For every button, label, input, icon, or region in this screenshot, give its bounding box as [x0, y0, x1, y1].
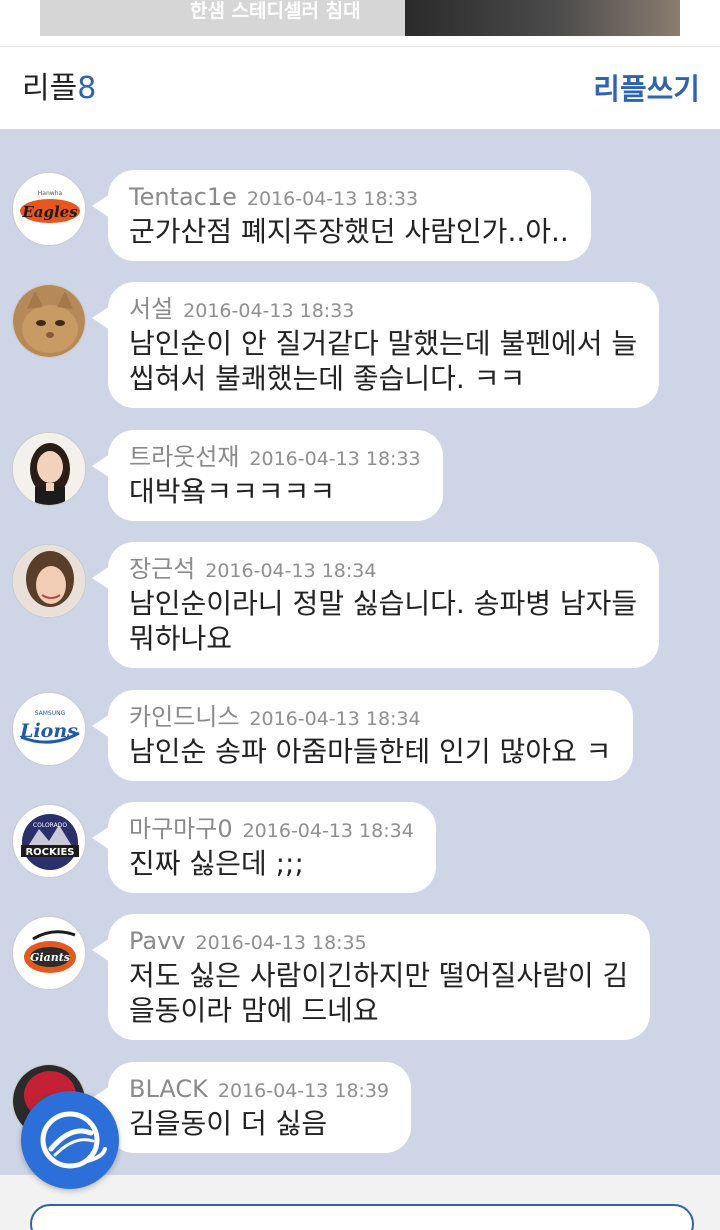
rockies-logo-avatar[interactable]: ROCKIES COLORADO	[12, 804, 86, 878]
comment-time: 2016-04-13 18:33	[249, 448, 421, 470]
comment-text: 남인순 송파 아줌마들한테 인기 많아요 ㅋ	[129, 734, 611, 769]
giants-logo-avatar[interactable]: Giants	[12, 916, 86, 990]
comment-author[interactable]: 카인드니스	[129, 703, 239, 731]
giants-logo-icon: Giants	[13, 917, 85, 989]
ad-text: 한샘 스테디셀러 침대	[190, 0, 361, 22]
comment-author[interactable]: 마구마구0	[129, 815, 233, 843]
reply-count: 8	[77, 71, 97, 106]
comment-meta: Tentac1e 2016-04-13 18:33	[129, 182, 569, 212]
man-photo-icon	[13, 545, 85, 617]
lions-logo-avatar[interactable]: Lions SAMSUNG	[12, 692, 86, 766]
comment-author[interactable]: BLACK	[129, 1075, 208, 1103]
comment-time: 2016-04-13 18:39	[217, 1080, 390, 1102]
comment-bubble: Pavv 2016-04-13 18:35 저도 싫은 사람이긴하지만 떨어질사람…	[91, 914, 651, 1040]
comment-text: 대박욬ㅋㅋㅋㅋㅋ	[129, 474, 421, 509]
lions-logo-icon: Lions SAMSUNG	[13, 693, 85, 765]
comment-text-line: 진짜 싫은데 ;;;	[129, 847, 304, 880]
svg-text:Eagles: Eagles	[21, 203, 78, 221]
comment-text-line: 남인순 송파 아줌마들한테 인기 많아요 ㅋ	[129, 735, 612, 768]
write-reply-button[interactable]: 리플쓰기	[593, 71, 700, 107]
comment-meta: BLACK 2016-04-13 18:39	[129, 1074, 389, 1104]
app-shortcut-button[interactable]	[21, 1091, 119, 1189]
svg-text:ROCKIES: ROCKIES	[25, 847, 74, 858]
comment-time: 2016-04-13 18:33	[183, 300, 355, 322]
comment-text: 진짜 싫은데 ;;;	[129, 846, 414, 881]
svg-text:Lions: Lions	[19, 720, 78, 742]
comment-author[interactable]: 서설	[129, 295, 173, 323]
comment-text: 남인순이라니 정말 싫습니다. 송파병 남자들 뭐하나요	[129, 586, 637, 656]
baseball-logo-icon	[40, 1111, 107, 1169]
comment-author[interactable]: Tentac1e	[129, 183, 237, 211]
svg-text:Hanwha: Hanwha	[38, 190, 63, 197]
comment-meta: Pavv 2016-04-13 18:35	[129, 926, 628, 956]
comment-time: 2016-04-13 18:34	[249, 708, 421, 730]
ad-banner[interactable]: 한샘 스테디셀러 침대	[40, 0, 680, 36]
comment-time: 2016-04-13 18:34	[205, 560, 377, 582]
comment-text: 김을동이 더 싫음	[129, 1106, 389, 1141]
woman-photo-icon	[13, 433, 85, 505]
svg-text:COLORADO: COLORADO	[33, 822, 67, 829]
comment-text-line: 대박욬ㅋㅋㅋㅋㅋ	[129, 475, 336, 508]
eagles-logo-icon: Eagles Hanwha	[13, 173, 85, 245]
comment-bubble: 서설 2016-04-13 18:33 남인순이 안 질거같다 말했는데 불펜에서…	[91, 282, 660, 408]
comment-text: 군가산점 폐지주장했던 사람인가..아..	[129, 214, 569, 249]
comment-bubble: Tentac1e 2016-04-13 18:33 군가산점 폐지주장했던 사람인…	[92, 170, 591, 261]
cat-photo-icon	[13, 285, 85, 357]
reply-input-field[interactable]	[30, 1204, 694, 1230]
reply-title: 리플8	[22, 71, 96, 107]
rockies-logo-icon: ROCKIES COLORADO	[13, 805, 85, 877]
comment-bubble: 마구마구0 2016-04-13 18:34 진짜 싫은데 ;;;	[92, 802, 436, 893]
comment-time: 2016-04-13 18:34	[242, 820, 414, 842]
comment-text-line: 김을동이 더 싫음	[129, 1107, 328, 1140]
comment-text-line: 을동이라 맘에 드네요	[129, 994, 379, 1027]
comment-list[interactable]: Eagles Hanwha Tentac1e 2016-04-13 18:33 군…	[0, 130, 720, 1175]
comment-bubble: 트라웃선재 2016-04-13 18:33 대박욬ㅋㅋㅋㅋㅋ	[92, 430, 443, 521]
comment-text-line: 남인순이라니 정말 싫습니다. 송파병 남자들	[129, 587, 638, 620]
comment-author[interactable]: 트라웃선재	[129, 443, 239, 471]
comment-text-line: 저도 싫은 사람이긴하지만 떨어질사람이 김	[129, 959, 629, 992]
comment-author[interactable]: 장근석	[129, 555, 195, 583]
cat-photo-avatar[interactable]	[12, 284, 86, 358]
comment-meta: 마구마구0 2016-04-13 18:34	[129, 814, 414, 844]
comment-text-line: 씹혀서 불쾌했는데 좋습니다. ㅋㅋ	[129, 362, 526, 395]
comment-bubble: BLACK 2016-04-13 18:39 김을동이 더 싫음	[91, 1062, 412, 1153]
reply-title-label: 리플	[22, 71, 78, 106]
comment-bubble: 카인드니스 2016-04-13 18:34 남인순 송파 아줌마들한테 인기 많…	[91, 690, 634, 781]
comment-time: 2016-04-13 18:33	[246, 188, 419, 210]
man-photo-avatar[interactable]	[12, 544, 86, 618]
comment-text-line: 뭐하나요	[129, 622, 233, 655]
comment-text-line: 남인순이 안 질거같다 말했는데 불펜에서 늘	[129, 327, 638, 360]
comment-meta: 장근석 2016-04-13 18:34	[129, 554, 637, 584]
comment-text: 남인순이 안 질거같다 말했는데 불펜에서 늘 씹혀서 불쾌했는데 좋습니다. ㅋ…	[129, 326, 637, 396]
woman-photo-avatar[interactable]	[12, 432, 86, 506]
comment-text: 저도 싫은 사람이긴하지만 떨어질사람이 김 을동이라 맘에 드네요	[129, 958, 628, 1028]
comment-meta: 서설 2016-04-13 18:33	[129, 294, 637, 324]
eagles-logo-avatar[interactable]: Eagles Hanwha	[12, 172, 86, 246]
comment-author[interactable]: Pavv	[129, 927, 186, 955]
svg-text:Giants: Giants	[30, 951, 70, 964]
reply-header: 리플8 리플쓰기	[0, 46, 720, 130]
ad-product-image	[405, 0, 680, 36]
comment-meta: 카인드니스 2016-04-13 18:34	[129, 702, 611, 732]
comment-text-line: 군가산점 폐지주장했던 사람인가..아..	[129, 215, 569, 248]
comment-bubble: 장근석 2016-04-13 18:34 남인순이라니 정말 싫습니다. 송파병 …	[91, 542, 660, 668]
comment-meta: 트라웃선재 2016-04-13 18:33	[129, 442, 421, 472]
ad-strip: 한샘 스테디셀러 침대	[0, 0, 720, 46]
svg-text:SAMSUNG: SAMSUNG	[35, 710, 66, 717]
comment-time: 2016-04-13 18:35	[195, 932, 367, 954]
